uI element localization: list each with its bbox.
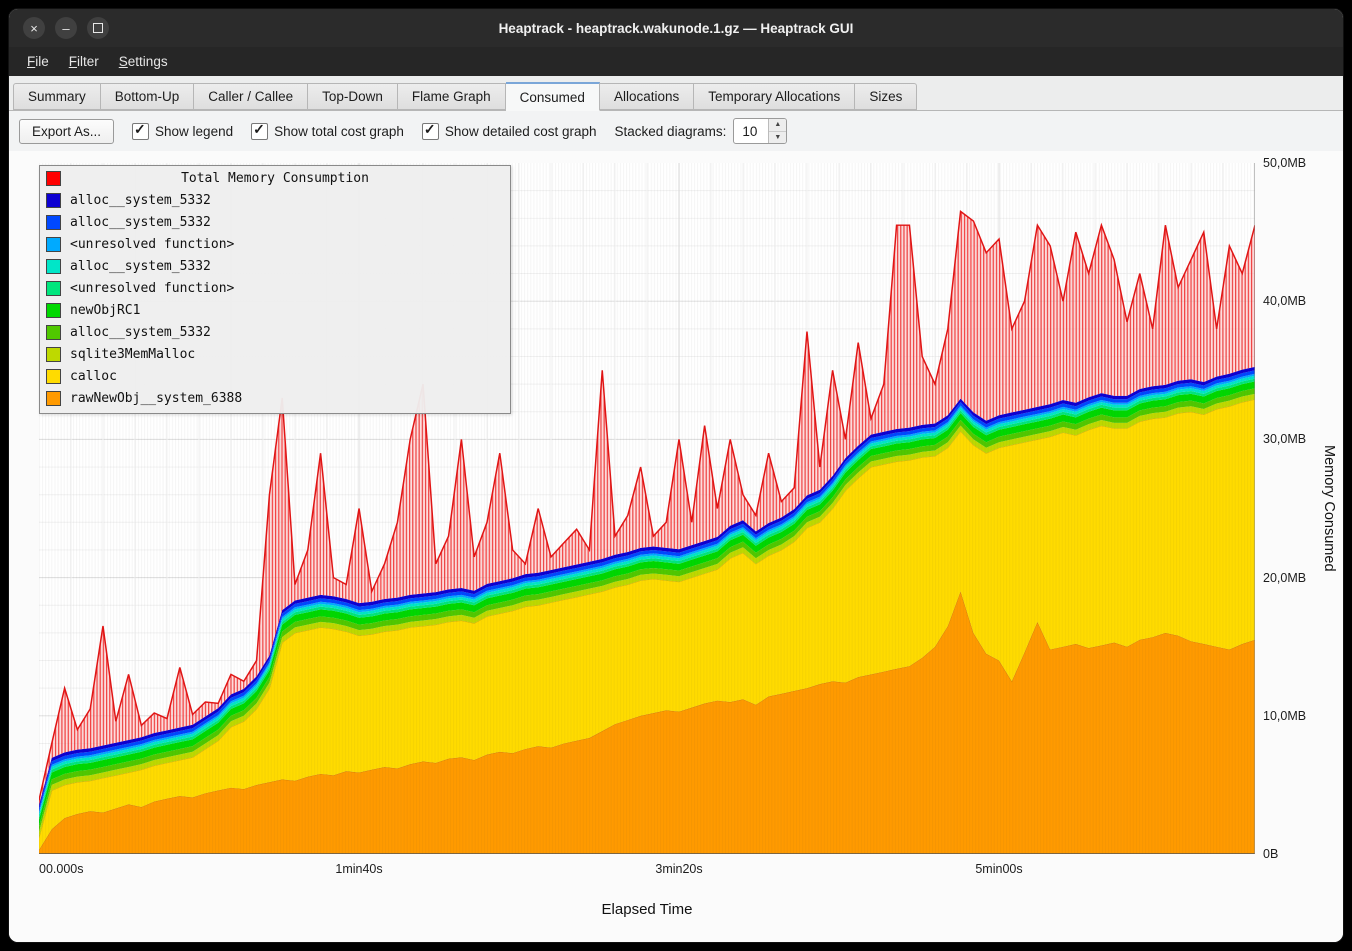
x-axis-labels: 00.000s 1min40s 3min20s 5min00s (39, 862, 1255, 880)
y-axis-labels: 0B10,0MB20,0MB30,0MB40,0MB50,0MB (1259, 163, 1313, 854)
stacked-diagrams-spinbox[interactable]: 10 ▲ ▼ (733, 118, 787, 144)
menu-filter[interactable]: Filter (59, 47, 109, 76)
menubar: File Filter Settings (9, 47, 1343, 76)
y-tick-label: 20,0MB (1263, 571, 1306, 585)
legend-label: alloc__system_5332 (70, 215, 211, 230)
legend-label: alloc__system_5332 (70, 325, 211, 340)
maximize-icon (93, 23, 103, 33)
export-as-button[interactable]: Export As... (19, 119, 114, 144)
chart-region: Total Memory Consumption alloc__system_5… (9, 151, 1343, 942)
legend-item: alloc__system_5332 (40, 255, 510, 277)
legend-swatch (46, 303, 61, 318)
legend-item: sqlite3MemMalloc (40, 343, 510, 365)
x-tick-label: 00.000s (39, 862, 83, 876)
y-tick-label: 50,0MB (1263, 156, 1306, 170)
tab-temporary-allocations[interactable]: Temporary Allocations (694, 83, 855, 110)
tab-bar: Summary Bottom-Up Caller / Callee Top-Do… (9, 76, 1343, 111)
menu-settings[interactable]: Settings (109, 47, 178, 76)
legend-label: newObjRC1 (70, 303, 140, 318)
legend-label: alloc__system_5332 (70, 193, 211, 208)
legend-swatch (46, 369, 61, 384)
x-tick-label: 5min00s (975, 862, 1022, 876)
legend-swatch (46, 281, 61, 296)
app-window: × – Heaptrack - heaptrack.wakunode.1.gz … (8, 8, 1344, 943)
legend-item: <unresolved function> (40, 277, 510, 299)
legend-title-swatch (46, 171, 61, 186)
legend-item: calloc (40, 365, 510, 387)
maximize-button[interactable] (87, 17, 109, 39)
spinbox-up-icon[interactable]: ▲ (769, 119, 786, 132)
spinbox-value[interactable]: 10 (734, 119, 768, 143)
window-title: Heaptrack - heaptrack.wakunode.1.gz — He… (9, 21, 1343, 36)
legend-item: alloc__system_5332 (40, 211, 510, 233)
window-controls: × – (23, 17, 109, 39)
legend-item: <unresolved function> (40, 233, 510, 255)
checkbox-icon[interactable] (132, 123, 149, 140)
tab-caller-callee[interactable]: Caller / Callee (194, 83, 308, 110)
checkbox-label: Show legend (155, 124, 233, 139)
checkbox-icon[interactable] (251, 123, 268, 140)
menu-file[interactable]: File (17, 47, 59, 76)
tab-sizes[interactable]: Sizes (855, 83, 917, 110)
show-detailed-cost-graph-checkbox[interactable]: Show detailed cost graph (422, 123, 597, 140)
legend-swatch (46, 237, 61, 252)
legend-label: rawNewObj__system_6388 (70, 391, 242, 406)
y-tick-label: 30,0MB (1263, 432, 1306, 446)
tab-consumed[interactable]: Consumed (506, 82, 600, 111)
legend-swatch (46, 215, 61, 230)
x-tick-label: 3min20s (655, 862, 702, 876)
y-tick-label: 40,0MB (1263, 294, 1306, 308)
x-axis-title: Elapsed Time (39, 901, 1255, 918)
checkbox-icon[interactable] (422, 123, 439, 140)
titlebar[interactable]: × – Heaptrack - heaptrack.wakunode.1.gz … (9, 9, 1343, 47)
minimize-button[interactable]: – (55, 17, 77, 39)
tab-flame-graph[interactable]: Flame Graph (398, 83, 506, 110)
y-tick-label: 0B (1263, 847, 1278, 861)
spinbox-arrows: ▲ ▼ (768, 119, 786, 143)
checkbox-label: Show detailed cost graph (445, 124, 597, 139)
checkbox-label: Show total cost graph (274, 124, 404, 139)
legend-item: alloc__system_5332 (40, 321, 510, 343)
legend-label: alloc__system_5332 (70, 259, 211, 274)
tab-allocations[interactable]: Allocations (600, 83, 694, 110)
legend-label: sqlite3MemMalloc (70, 347, 195, 362)
tab-summary[interactable]: Summary (13, 83, 101, 110)
legend-swatch (46, 391, 61, 406)
legend-title: Total Memory Consumption (46, 171, 504, 186)
legend-item: alloc__system_5332 (40, 189, 510, 211)
stacked-diagrams-label: Stacked diagrams: (615, 124, 727, 139)
close-button[interactable]: × (23, 17, 45, 39)
show-total-cost-graph-checkbox[interactable]: Show total cost graph (251, 123, 404, 140)
legend-items: alloc__system_5332 alloc__system_5332 <unr… (40, 189, 510, 409)
y-axis-title: Memory Consumed (1321, 151, 1337, 866)
spinbox-down-icon[interactable]: ▼ (769, 132, 786, 144)
tab-top-down[interactable]: Top-Down (308, 83, 398, 110)
legend-label: <unresolved function> (70, 237, 234, 252)
chart-legend: Total Memory Consumption alloc__system_5… (39, 165, 511, 414)
x-tick-label: 1min40s (335, 862, 382, 876)
legend-swatch (46, 193, 61, 208)
legend-swatch (46, 325, 61, 340)
legend-label: <unresolved function> (70, 281, 234, 296)
legend-label: calloc (70, 369, 117, 384)
legend-title-row: Total Memory Consumption (40, 167, 510, 189)
tab-bottom-up[interactable]: Bottom-Up (101, 83, 195, 110)
show-legend-checkbox[interactable]: Show legend (132, 123, 233, 140)
y-tick-label: 10,0MB (1263, 709, 1306, 723)
legend-item: rawNewObj__system_6388 (40, 387, 510, 409)
legend-swatch (46, 347, 61, 362)
legend-swatch (46, 259, 61, 274)
toolbar: Export As... Show legend Show total cost… (9, 111, 1343, 151)
stacked-diagrams-group: Stacked diagrams: 10 ▲ ▼ (615, 118, 788, 144)
legend-item: newObjRC1 (40, 299, 510, 321)
